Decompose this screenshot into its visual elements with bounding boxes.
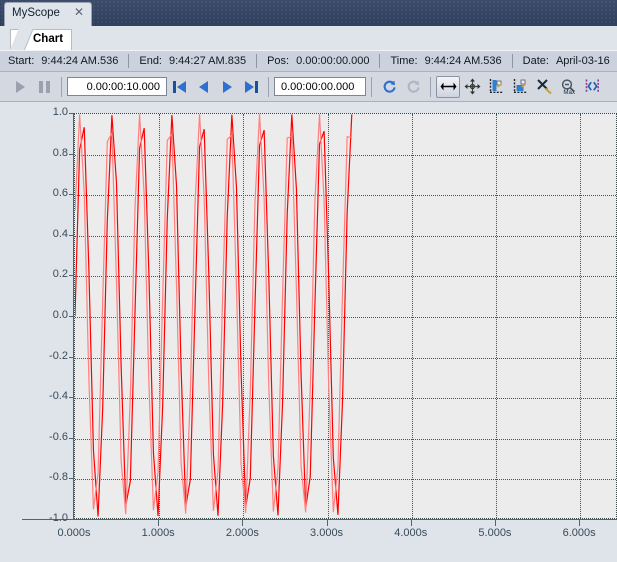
status-pos: Pos: 0.00:00:00.000 (267, 55, 369, 67)
tab-chart-label: Chart (33, 33, 64, 45)
y-axis-tick-label: -1.0 (49, 512, 68, 524)
zoom-left-axis-icon (489, 79, 503, 94)
fit-both-icon (464, 78, 480, 95)
status-time-key: Time: (390, 55, 418, 67)
x-axis-tick-mark (579, 520, 581, 526)
window-tabstrip: MyScope ✕ (0, 0, 617, 26)
x-axis-tick-label: 5.000s (478, 527, 512, 539)
status-date-key: Date: (522, 55, 549, 67)
y-axis-tick-label: 0.0 (52, 309, 68, 321)
clear-zoom-button[interactable] (532, 76, 556, 98)
toolbar-divider (371, 76, 372, 97)
status-start-value: 9:44:24 AM.536 (41, 55, 119, 67)
duration-input[interactable]: 0.00:00:10.000 (67, 77, 167, 96)
toolbar-divider (61, 76, 62, 97)
refresh-icon (383, 80, 396, 93)
status-time: Time: 9:44:24 AM.536 (390, 55, 501, 67)
y-axis-tick-label: -0.2 (49, 349, 68, 362)
x-axis-tick-label: 3.000s (310, 527, 344, 539)
pause-icon (38, 80, 50, 93)
clear-zoom-icon (536, 79, 552, 95)
scope-window: MyScope ✕ Chart Start: 9:44:24 AM.536 En… (0, 0, 617, 562)
y-axis-tick-label: 0.4 (52, 227, 68, 240)
x-axis-tick-label: 6.000s (562, 527, 596, 539)
status-pos-key: Pos: (267, 55, 290, 67)
refresh-button[interactable] (377, 76, 401, 98)
play-icon (15, 80, 25, 93)
reset-icon (407, 80, 420, 93)
skip-end-icon (244, 80, 258, 93)
status-start-key: Start: (8, 55, 35, 67)
chart-panel: 1.0 0.8 0.6 0.4 0.2 0.0 -0.2 -0.4 -0.6 -0.8 -1.0 0… (0, 102, 617, 562)
status-pos-value: 0.00:00:00.000 (296, 55, 370, 67)
status-start: Start: 9:44:24 AM.536 (8, 55, 118, 67)
waveform-traces (75, 114, 616, 518)
status-end: End: 9:44:27 AM.835 (139, 55, 246, 67)
y-axis-tick-label: 0.8 (52, 146, 68, 159)
zoom-left-axis-button[interactable] (484, 76, 508, 98)
zoom-max-button[interactable]: Max (556, 76, 580, 98)
skip-start-icon (172, 80, 186, 93)
plot-area[interactable] (74, 113, 617, 519)
status-divider (511, 54, 513, 68)
step-back-button[interactable] (191, 76, 215, 98)
reset-button[interactable] (401, 76, 425, 98)
toolbar-divider (430, 76, 431, 97)
step-forward-icon (222, 80, 232, 93)
y-axis-tick-mark (69, 519, 74, 520)
skip-end-button[interactable] (239, 76, 263, 98)
status-end-key: End: (139, 55, 162, 67)
y-axis-tick-label: -0.6 (49, 430, 68, 443)
x-axis-tick-label: 1.000s (141, 527, 175, 539)
fit-both-button[interactable] (460, 76, 484, 98)
tabstrip-texture (0, 0, 617, 26)
zoom-right-axis-icon (513, 79, 527, 94)
step-back-icon (198, 80, 208, 93)
x-axis-tick-label: 4.000s (394, 527, 428, 539)
x-axis-line (22, 519, 617, 520)
x-axis-tick-label: 2.000s (225, 527, 259, 539)
chart-toolbar: 0.00:00:10.000 0.00:00:00.000 Max (0, 72, 617, 102)
status-divider (128, 54, 130, 68)
status-date-value: April-03-16 (555, 55, 610, 67)
x-axis-tick-mark (158, 520, 160, 526)
y-axis-tick-label: 0.6 (52, 187, 68, 200)
status-divider (379, 54, 381, 68)
y-axis-tick-label: 1.0 (52, 106, 68, 118)
y-axis-tick-label: -0.4 (49, 390, 68, 403)
x-axis-tick-label: 0.000s (57, 527, 91, 539)
x-axis-tick-mark (326, 520, 328, 526)
step-forward-button[interactable] (215, 76, 239, 98)
trace-line (75, 114, 352, 516)
status-divider (256, 54, 258, 68)
window-tab-myscope[interactable]: MyScope ✕ (4, 2, 92, 26)
zoom-max-icon: Max (561, 79, 576, 95)
status-time-value: 9:44:24 AM.536 (424, 55, 502, 67)
document-tabrow: Chart (0, 26, 617, 51)
status-date: Date: April-03-16 (523, 55, 610, 67)
zoom-right-axis-button[interactable] (508, 76, 532, 98)
status-bar: Start: 9:44:24 AM.536 End: 9:44:27 AM.83… (0, 50, 617, 72)
play-button[interactable] (8, 76, 32, 98)
status-end-value: 9:44:27 AM.835 (169, 55, 247, 67)
fit-horizontal-button[interactable] (436, 75, 460, 98)
toolbar-divider (268, 76, 269, 97)
y-axis-tick-label: 0.2 (52, 268, 68, 281)
position-input[interactable]: 0.00:00:00.000 (274, 77, 366, 96)
fit-horizontal-icon (440, 82, 456, 91)
close-icon[interactable]: ✕ (74, 6, 84, 19)
svg-text:Max: Max (563, 89, 576, 95)
pause-button[interactable] (32, 76, 56, 98)
x-axis-tick-mark (242, 520, 244, 526)
scroll-axis-button[interactable] (580, 76, 604, 98)
y-axis-tick-label: -0.8 (49, 471, 68, 484)
skip-start-button[interactable] (167, 76, 191, 98)
x-axis-tick-mark (410, 520, 412, 526)
x-axis-tick-mark (494, 520, 496, 526)
window-tab-label: MyScope (12, 7, 60, 19)
scroll-axis-icon (585, 79, 599, 93)
tab-chart[interactable]: Chart (10, 29, 72, 50)
